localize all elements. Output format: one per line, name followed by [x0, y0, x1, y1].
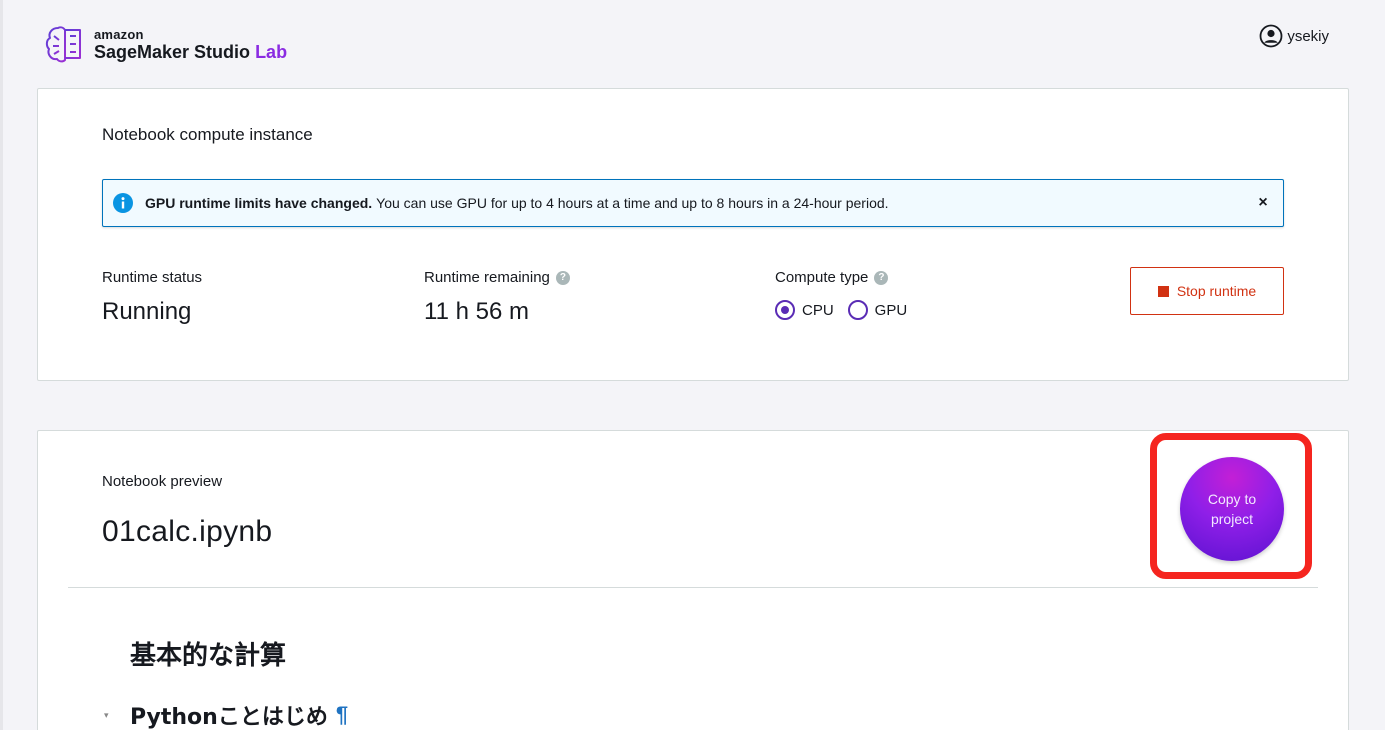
alert-message: GPU runtime limits have changed. You can …	[145, 195, 889, 211]
compute-type: Compute type ? CPU GPU	[775, 269, 907, 320]
runtime-status-value: Running	[102, 298, 192, 325]
brain-logo-icon	[45, 26, 81, 63]
compute-type-radio-group: CPU GPU	[775, 300, 907, 320]
radio-gpu-label: GPU	[874, 301, 908, 319]
notebook-preview-card: Notebook preview 01calc.ipynb Copy to pr…	[37, 430, 1349, 730]
compute-type-label-row: Compute type ?	[775, 269, 907, 286]
brand-lab: Lab	[255, 41, 288, 62]
runtime-remaining-value: 11 h 56 m	[424, 298, 529, 325]
help-icon[interactable]: ?	[555, 270, 570, 285]
anchor-link-icon[interactable]: ¶	[336, 702, 348, 728]
stop-runtime-label: Stop runtime	[1176, 283, 1257, 299]
notebook-name: 01calc.ipynb	[102, 515, 273, 548]
alert-close-button[interactable]: ×	[1253, 193, 1273, 213]
runtime-status: Runtime status Running	[102, 269, 202, 326]
alert-bold: GPU runtime limits have changed.	[145, 195, 373, 211]
notebook-heading-2: Pythonことはじめ	[130, 705, 328, 730]
radio-gpu[interactable]: GPU	[847, 300, 908, 320]
radio-cpu-label: CPU	[802, 301, 834, 319]
compute-type-label: Compute type	[775, 269, 869, 286]
user-menu[interactable]: ysekiy	[1259, 24, 1329, 48]
sagemaker-studio-lab-logo[interactable]: amazon SageMaker Studio Lab	[44, 24, 287, 64]
radio-cpu-indicator[interactable]	[775, 300, 795, 320]
runtime-status-label: Runtime status	[102, 269, 203, 286]
brand-product: SageMaker Studio Lab	[94, 43, 287, 61]
radio-cpu[interactable]: CPU	[775, 300, 834, 320]
radio-gpu-indicator[interactable]	[847, 300, 868, 320]
preview-divider	[68, 587, 1318, 588]
notebook-heading-1: 基本的な計算	[130, 641, 287, 671]
brand-product-name: SageMaker Studio	[94, 41, 251, 62]
runtime-card-title: Notebook compute instance	[102, 125, 313, 144]
user-avatar-icon	[1259, 24, 1283, 48]
stop-runtime-button[interactable]: Stop runtime	[1130, 267, 1284, 315]
gpu-limit-alert: GPU runtime limits have changed. You can …	[102, 179, 1284, 227]
notebook-preview-label: Notebook preview	[102, 473, 223, 490]
notebook-heading-2-row: ▾ Pythonことはじめ ¶	[104, 699, 348, 730]
top-header: amazon SageMaker Studio Lab ysekiy	[0, 0, 1385, 80]
runtime-remaining-label-row: Runtime remaining ?	[424, 269, 570, 286]
runtime-remaining: Runtime remaining ? 11 h 56 m	[424, 269, 570, 326]
user-name: ysekiy	[1287, 27, 1329, 45]
collapse-caret-icon[interactable]: ▾	[104, 710, 114, 721]
copy-to-project-button[interactable]: Copy to project	[1180, 457, 1284, 561]
help-icon[interactable]: ?	[874, 270, 889, 285]
runtime-card: Notebook compute instance GPU runtime li…	[37, 88, 1349, 381]
runtime-remaining-label: Runtime remaining	[424, 269, 550, 286]
window-edge	[0, 0, 3, 730]
stop-icon	[1157, 285, 1169, 297]
brand-amazon: amazon	[94, 26, 144, 42]
alert-body: You can use GPU for up to 4 hours at a t…	[376, 195, 889, 211]
info-icon	[113, 193, 133, 213]
